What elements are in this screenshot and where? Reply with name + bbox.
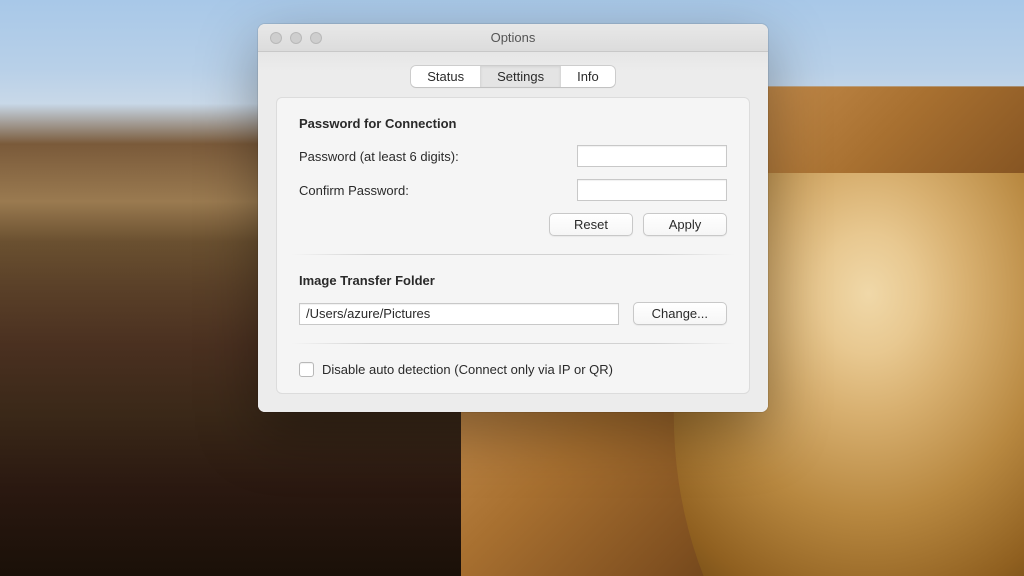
minimize-icon[interactable] (290, 32, 302, 44)
close-icon[interactable] (270, 32, 282, 44)
section-divider (291, 254, 735, 255)
password-input[interactable] (577, 145, 727, 167)
tab-status[interactable]: Status (411, 66, 481, 87)
tabs-segmented-control: Status Settings Info (411, 66, 615, 87)
disable-auto-detection-label: Disable auto detection (Connect only via… (322, 362, 613, 377)
window-body: Status Settings Info Password for Connec… (258, 52, 768, 412)
section-divider (291, 343, 735, 344)
folder-section-title: Image Transfer Folder (299, 273, 727, 288)
change-folder-button[interactable]: Change... (633, 302, 727, 325)
reset-button[interactable]: Reset (549, 213, 633, 236)
window-title: Options (258, 30, 768, 45)
confirm-password-input[interactable] (577, 179, 727, 201)
settings-panel: Password for Connection Password (at lea… (276, 97, 750, 394)
tab-info[interactable]: Info (561, 66, 615, 87)
disable-auto-detection-checkbox[interactable] (299, 362, 314, 377)
apply-button[interactable]: Apply (643, 213, 727, 236)
folder-path-input[interactable] (299, 303, 619, 325)
password-label: Password (at least 6 digits): (299, 149, 577, 164)
options-window: Options Status Settings Info Password fo… (258, 24, 768, 412)
zoom-icon[interactable] (310, 32, 322, 44)
tab-settings[interactable]: Settings (481, 66, 561, 87)
password-section-title: Password for Connection (299, 116, 727, 131)
traffic-lights (258, 32, 322, 44)
window-titlebar[interactable]: Options (258, 24, 768, 52)
confirm-password-label: Confirm Password: (299, 183, 577, 198)
